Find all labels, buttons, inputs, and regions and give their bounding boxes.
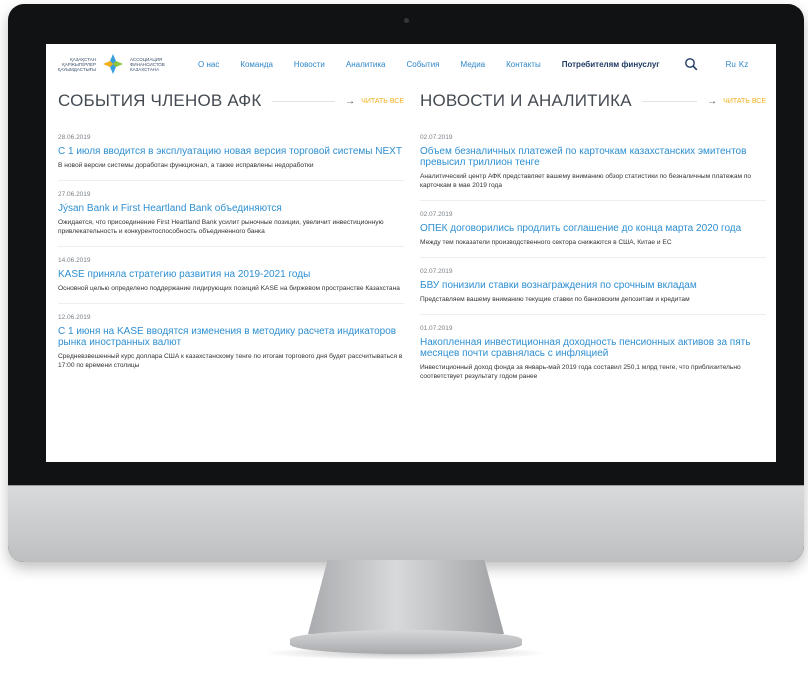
item-title-link[interactable]: KASE приняла стратегию развития на 2019-…	[58, 269, 404, 280]
item-date: 28.06.2019	[58, 134, 91, 141]
nav-team[interactable]: Команда	[240, 60, 273, 69]
arrow-right-icon: →	[345, 95, 356, 107]
item-title-link[interactable]: Jýsan Bank и First Heartland Bank объеди…	[58, 203, 404, 214]
read-all-label: ЧИТАТЬ ВСЕ	[723, 97, 766, 105]
list-item: 14.06.2019 KASE приняла стратегию развит…	[58, 247, 404, 304]
item-title-link[interactable]: Накопленная инвестиционная доходность пе…	[420, 337, 766, 359]
search-icon[interactable]	[684, 57, 698, 71]
item-title-link[interactable]: С 1 июня на KASE вводятся изменения в ме…	[58, 326, 404, 348]
logo-icon[interactable]	[102, 53, 124, 75]
website-screen: Қазақстан Қаржыгерлер Қауымдастығы Ассоц…	[46, 44, 776, 462]
site-header: Қазақстан Қаржыгерлер Қауымдастығы Ассоц…	[46, 44, 776, 84]
item-description: Ожидается, что присоединение First Heart…	[58, 219, 384, 235]
monitor-stand	[308, 560, 504, 634]
read-all-label: ЧИТАТЬ ВСЕ	[361, 97, 404, 105]
list-item: 02.07.2019 БВУ понизили ставки вознаграж…	[420, 258, 766, 315]
item-description: Средневзвешенный курс доллара США к каза…	[58, 353, 403, 369]
nav-media[interactable]: Медиа	[461, 60, 486, 69]
nav-analytics[interactable]: Аналитика	[346, 60, 386, 69]
list-item: 01.07.2019 Накопленная инвестиционная до…	[420, 315, 766, 391]
item-date: 02.07.2019	[420, 268, 453, 275]
list-item: 02.07.2019 ОПЕК договорились продлить со…	[420, 201, 766, 258]
nav-contacts[interactable]: Контакты	[506, 60, 541, 69]
camera	[404, 18, 409, 23]
item-title-link[interactable]: С 1 июля вводится в эксплуатацию новая в…	[58, 146, 404, 157]
item-date: 14.06.2019	[58, 257, 91, 264]
list-item: 12.06.2019 С 1 июня на KASE вводятся изм…	[58, 304, 404, 380]
lang-ru[interactable]: Ru	[726, 60, 736, 69]
item-description: Инвестиционный доход фонда за январь-май…	[420, 364, 741, 380]
news-read-all-link[interactable]: → ЧИТАТЬ ВСЕ	[707, 96, 766, 107]
events-title: СОБЫТИЯ ЧЛЕНОВ АФК	[58, 91, 262, 110]
nav-consumers[interactable]: Потребителям финуслуг	[562, 60, 660, 69]
item-description: Основной целью определено поддержание ли…	[58, 285, 400, 292]
events-read-all-link[interactable]: → ЧИТАТЬ ВСЕ	[345, 96, 404, 107]
item-date: 01.07.2019	[420, 325, 453, 332]
item-date: 12.06.2019	[58, 314, 91, 321]
main-nav: О нас Команда Новости Аналитика События …	[198, 60, 660, 69]
item-description: Между тем показатели производственного с…	[420, 239, 672, 246]
list-item: 27.06.2019 Jýsan Bank и First Heartland …	[58, 181, 404, 247]
item-description: В новой версии системы доработан функцио…	[58, 162, 314, 169]
lang-kz[interactable]: Kz	[739, 60, 748, 69]
logo-text-ru: Ассоциация финансистов Казахстана	[130, 56, 165, 72]
imac-monitor: Қазақстан Қаржыгерлер Қауымдастығы Ассоц…	[8, 4, 804, 562]
logo-text-kz: Қазақстан Қаржыгерлер Қауымдастығы	[57, 56, 96, 72]
item-title-link[interactable]: БВУ понизили ставки вознаграждения по ср…	[420, 280, 766, 291]
item-title-link[interactable]: ОПЕК договорились продлить соглашение до…	[420, 223, 766, 234]
item-title-link[interactable]: Объем безналичных платежей по карточкам …	[420, 146, 766, 168]
divider	[271, 100, 336, 102]
news-title: НОВОСТИ И АНАЛИТИКА	[420, 91, 632, 110]
divider	[641, 100, 698, 102]
item-date: 27.06.2019	[58, 191, 91, 198]
news-list: 02.07.2019 Объем безналичных платежей по…	[420, 124, 766, 391]
item-date: 02.07.2019	[420, 134, 453, 141]
arrow-right-icon: →	[707, 95, 718, 107]
list-item: 28.06.2019 С 1 июля вводится в эксплуата…	[58, 124, 404, 181]
news-header: НОВОСТИ И АНАЛИТИКА → ЧИТАТЬ ВСЕ	[420, 88, 766, 114]
news-column: НОВОСТИ И АНАЛИТИКА → ЧИТАТЬ ВСЕ 02.07.2…	[420, 88, 766, 391]
events-list: 28.06.2019 С 1 июля вводится в эксплуата…	[58, 124, 404, 380]
item-description: Представляем вашему вниманию текущие ста…	[420, 296, 690, 303]
item-description: Аналитический центр АФК представляет ваш…	[420, 173, 752, 189]
monitor-chin	[8, 486, 804, 562]
item-date: 02.07.2019	[420, 211, 453, 218]
list-item: 02.07.2019 Объем безналичных платежей по…	[420, 124, 766, 201]
nav-events[interactable]: События	[406, 60, 439, 69]
language-switch: Ru Kz	[726, 60, 749, 69]
monitor-stand-base	[290, 630, 522, 654]
events-header: СОБЫТИЯ ЧЛЕНОВ АФК → ЧИТАТЬ ВСЕ	[58, 88, 404, 114]
nav-about[interactable]: О нас	[198, 60, 219, 69]
events-column: СОБЫТИЯ ЧЛЕНОВ АФК → ЧИТАТЬ ВСЕ 28.06.20…	[58, 88, 404, 380]
nav-news[interactable]: Новости	[294, 60, 325, 69]
